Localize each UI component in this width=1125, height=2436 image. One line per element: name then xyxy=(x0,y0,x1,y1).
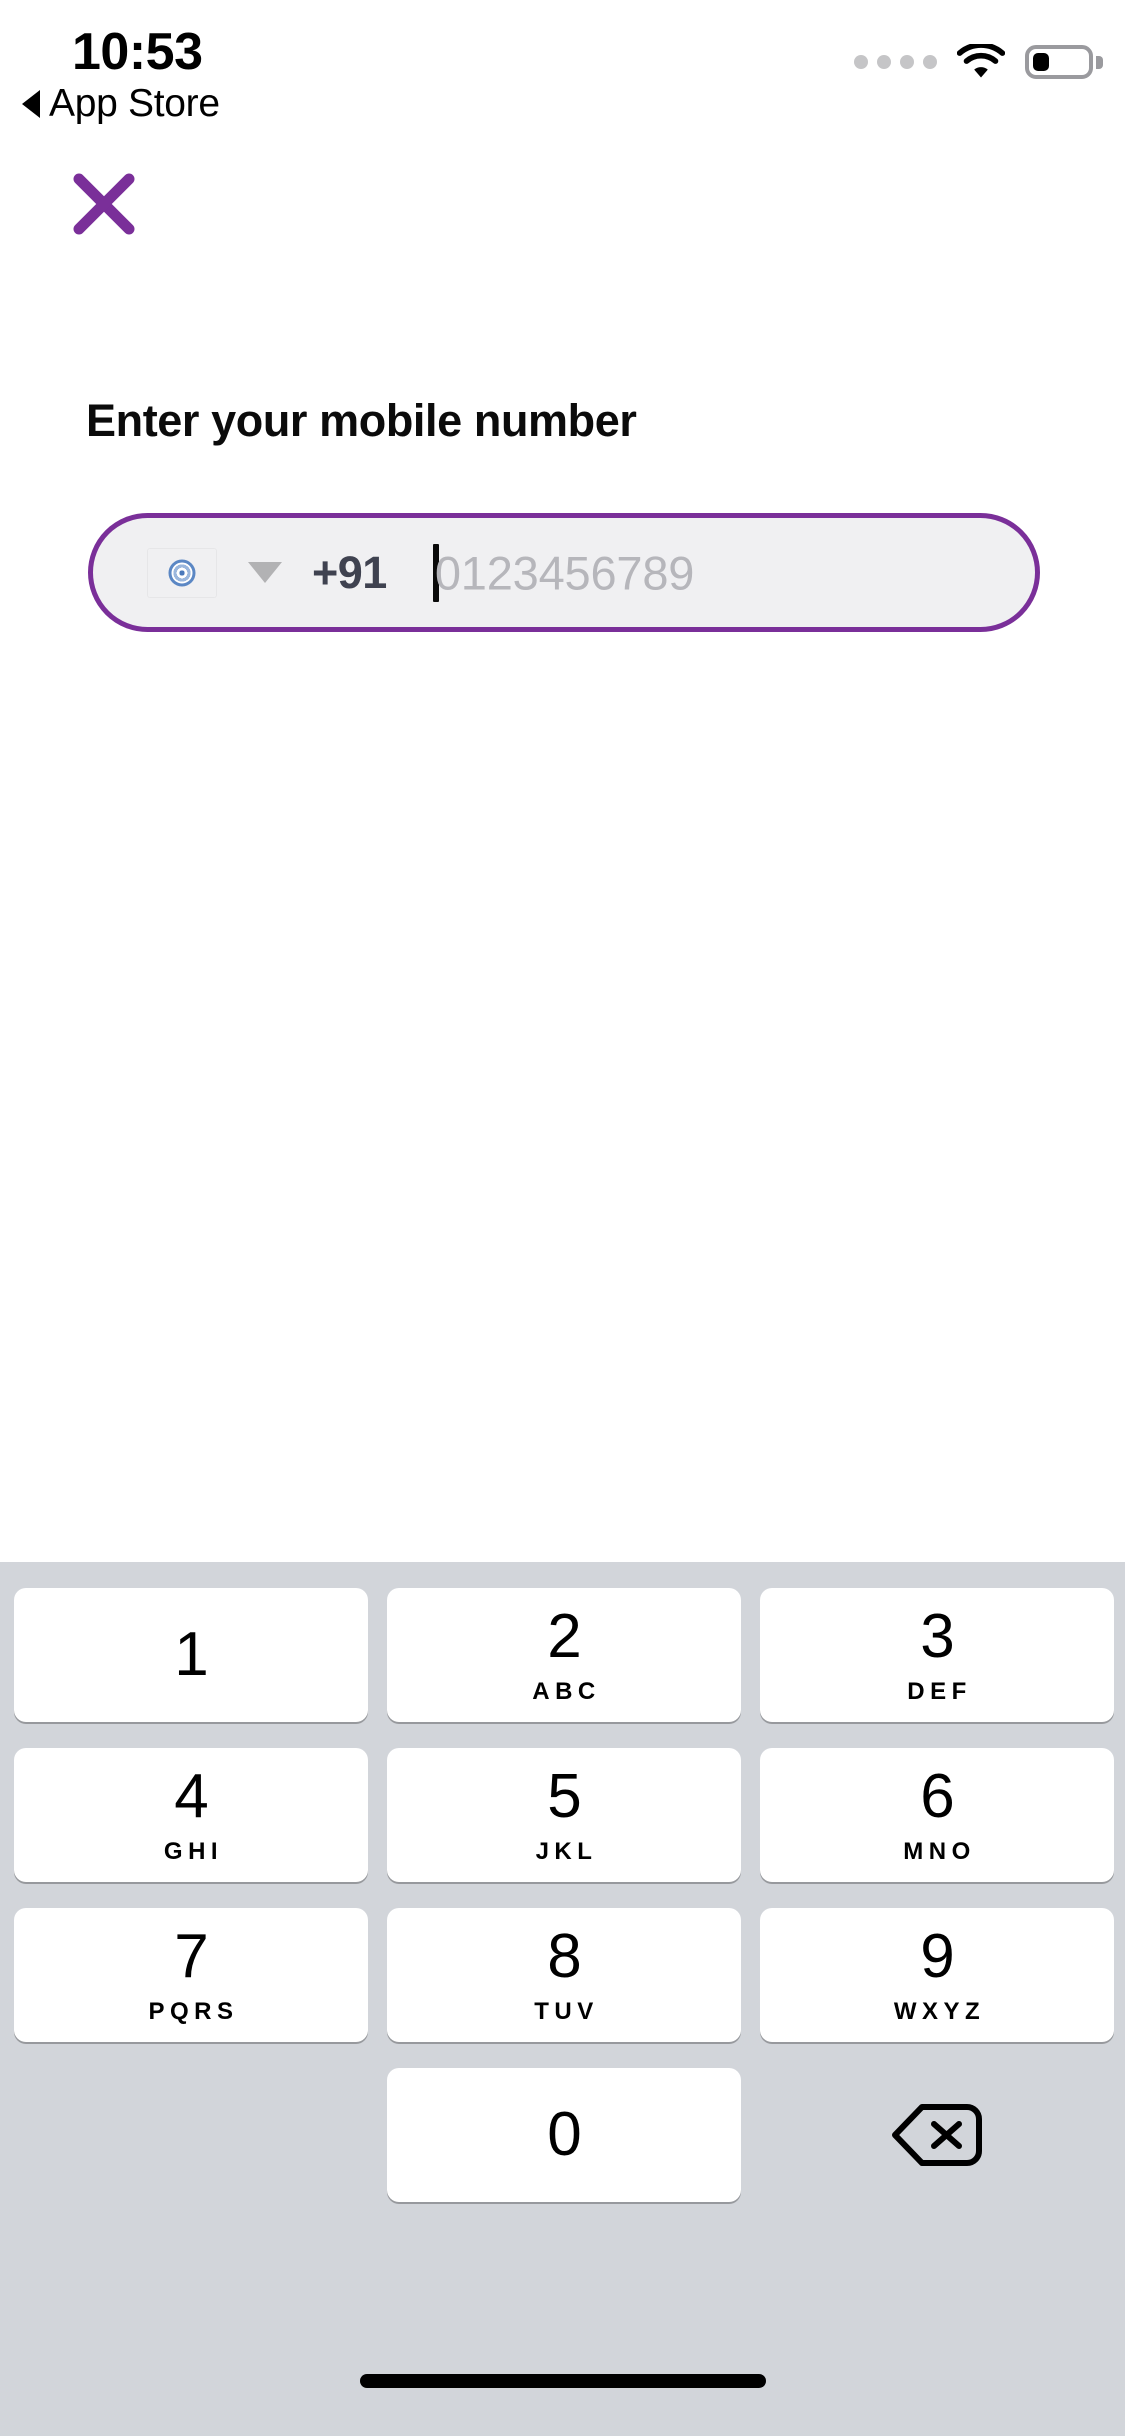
keypad-row: 0 xyxy=(0,2068,1125,2202)
key-digit: 1 xyxy=(174,1620,208,1689)
keypad-row: 1 2 ABC 3 DEF xyxy=(0,1588,1125,1722)
key-letters: WXYZ xyxy=(893,1998,986,2025)
keypad-spacer xyxy=(14,2068,368,2202)
battery-icon xyxy=(1025,45,1103,79)
key-digit: 0 xyxy=(547,2100,581,2169)
page-title: Enter your mobile number xyxy=(86,395,637,446)
key-6[interactable]: 6 MNO xyxy=(760,1748,1114,1882)
key-5[interactable]: 5 JKL xyxy=(387,1748,741,1882)
key-digit: 2 xyxy=(547,1602,581,1671)
key-letters: GHI xyxy=(163,1838,224,1865)
key-2[interactable]: 2 ABC xyxy=(387,1588,741,1722)
keypad-row: 4 GHI 5 JKL 6 MNO xyxy=(0,1748,1125,1882)
key-letters: ABC xyxy=(532,1678,601,1705)
status-bar-indicators xyxy=(854,44,1103,80)
numeric-keypad: 1 2 ABC 3 DEF 4 GHI 5 JKL 6 MNO 7 PQRS 8… xyxy=(0,1562,1125,2436)
backspace-delete-icon[interactable] xyxy=(760,2068,1114,2202)
key-letters: MNO xyxy=(903,1838,976,1865)
signal-dots-icon xyxy=(854,55,937,69)
key-digit: 6 xyxy=(920,1762,954,1831)
phone-screen: 10:53 App Store Enter your mobile number… xyxy=(0,0,1125,2436)
ashoka-chakra-icon xyxy=(168,559,196,586)
key-letters: TUV xyxy=(534,1998,599,2025)
home-indicator-bar xyxy=(359,2374,766,2388)
key-digit: 8 xyxy=(547,1922,581,1991)
key-0[interactable]: 0 xyxy=(387,2068,741,2202)
backspace-glyph xyxy=(892,2104,982,2166)
phone-number-input[interactable]: 0123456789 xyxy=(432,543,694,602)
key-4[interactable]: 4 GHI xyxy=(14,1748,368,1882)
country-code-label: +91 xyxy=(312,546,387,598)
phone-number-placeholder: 0123456789 xyxy=(434,546,695,599)
key-8[interactable]: 8 TUV xyxy=(387,1908,741,2042)
key-letters: PQRS xyxy=(148,1998,239,2025)
country-code-selector[interactable]: +91 xyxy=(93,547,387,599)
key-1[interactable]: 1 xyxy=(14,1588,368,1722)
wifi-icon xyxy=(957,44,1005,78)
key-digit: 9 xyxy=(920,1922,954,1991)
chevron-down-icon xyxy=(248,562,282,583)
close-x-icon[interactable] xyxy=(68,168,140,240)
key-3[interactable]: 3 DEF xyxy=(760,1588,1114,1722)
key-digit: 7 xyxy=(174,1922,208,1991)
key-letters: DEF xyxy=(907,1678,972,1705)
india-flag-icon xyxy=(148,549,216,597)
key-digit: 5 xyxy=(547,1762,581,1831)
back-to-app-store-label: App Store xyxy=(49,82,220,125)
status-bar: 10:53 App Store xyxy=(0,0,1125,140)
close-x-glyph xyxy=(73,173,135,235)
key-digit: 4 xyxy=(174,1762,208,1831)
keypad-row: 7 PQRS 8 TUV 9 WXYZ xyxy=(0,1908,1125,2042)
key-9[interactable]: 9 WXYZ xyxy=(760,1908,1114,2042)
key-digit: 3 xyxy=(920,1602,954,1671)
triangle-left-icon xyxy=(22,90,40,118)
status-time: 10:53 xyxy=(72,23,203,81)
back-to-app-store-button[interactable]: App Store xyxy=(22,82,220,126)
key-7[interactable]: 7 PQRS xyxy=(14,1908,368,2042)
key-letters: JKL xyxy=(535,1838,598,1865)
phone-number-field[interactable]: +91 0123456789 xyxy=(88,513,1040,632)
